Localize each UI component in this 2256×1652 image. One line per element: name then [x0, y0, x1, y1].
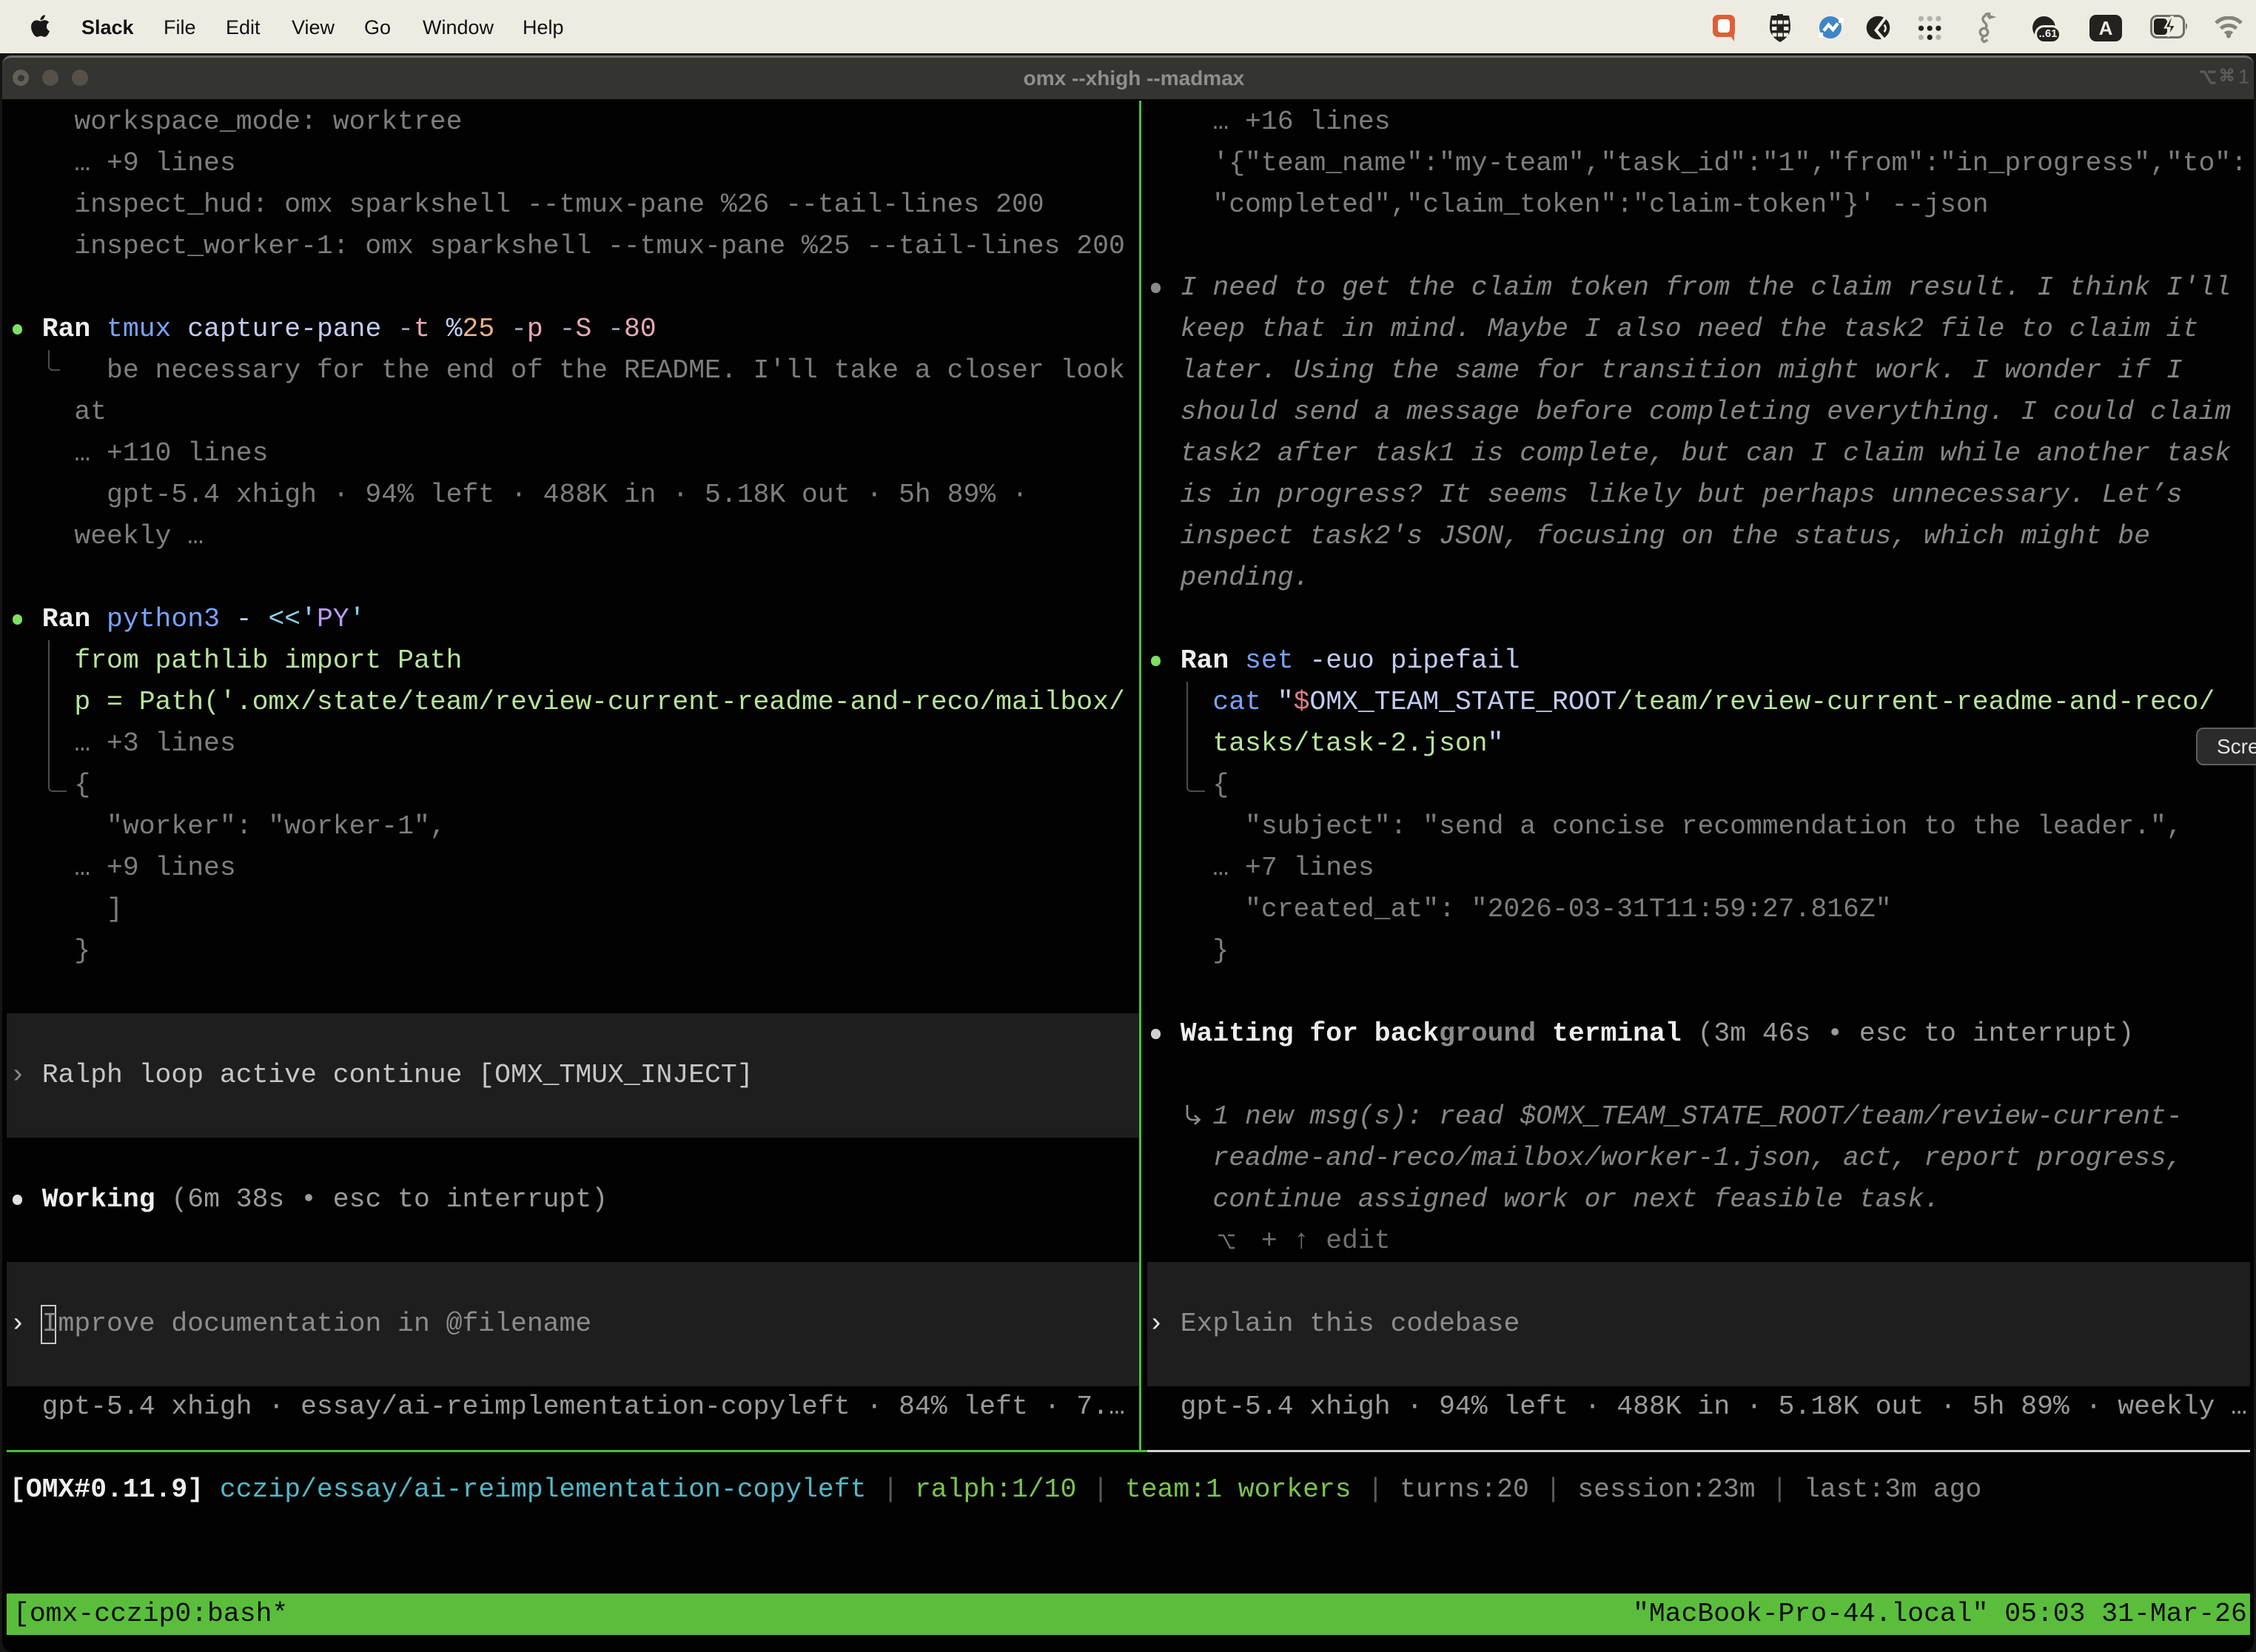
svg-text:1: 1 [2238, 66, 2249, 88]
